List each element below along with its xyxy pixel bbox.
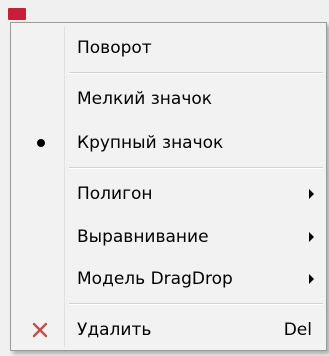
menu-item-label: Мелкий значок (77, 89, 213, 109)
menu-item-label: Крупный значок (77, 133, 224, 153)
submenu-arrow-icon (309, 274, 314, 284)
menu-item-label: Полигон (77, 184, 153, 204)
radio-bullet-icon (37, 139, 45, 147)
menu-item-label: Удалить (77, 320, 152, 340)
delete-x-icon (32, 322, 48, 338)
menu-item-delete[interactable]: Удалить Del (13, 310, 324, 350)
menu-item-label: Выравнивание (77, 227, 209, 247)
menu-item-dragdrop-model[interactable]: Модель DragDrop (13, 259, 324, 299)
menu-item-large-icon[interactable]: Крупный значок (13, 123, 324, 163)
context-menu: Поворот Мелкий значок Крупный значок Пол… (10, 22, 327, 351)
menu-item-align[interactable]: Выравнивание (13, 217, 324, 257)
menu-item-small-icon[interactable]: Мелкий значок (13, 79, 324, 119)
menu-separator (69, 72, 323, 74)
submenu-arrow-icon (309, 189, 314, 199)
menu-separator (69, 303, 323, 305)
submenu-arrow-icon (309, 232, 314, 242)
menu-item-label: Модель DragDrop (77, 269, 233, 289)
menu-item-polygon[interactable]: Полигон (13, 174, 324, 214)
menu-item-rotate[interactable]: Поворот (13, 28, 324, 68)
menu-separator (69, 167, 323, 169)
app-icon (8, 8, 26, 20)
screen: Поворот Мелкий значок Крупный значок Пол… (0, 0, 329, 356)
menu-item-shortcut: Del (283, 320, 312, 340)
menu-item-label: Поворот (77, 38, 152, 58)
